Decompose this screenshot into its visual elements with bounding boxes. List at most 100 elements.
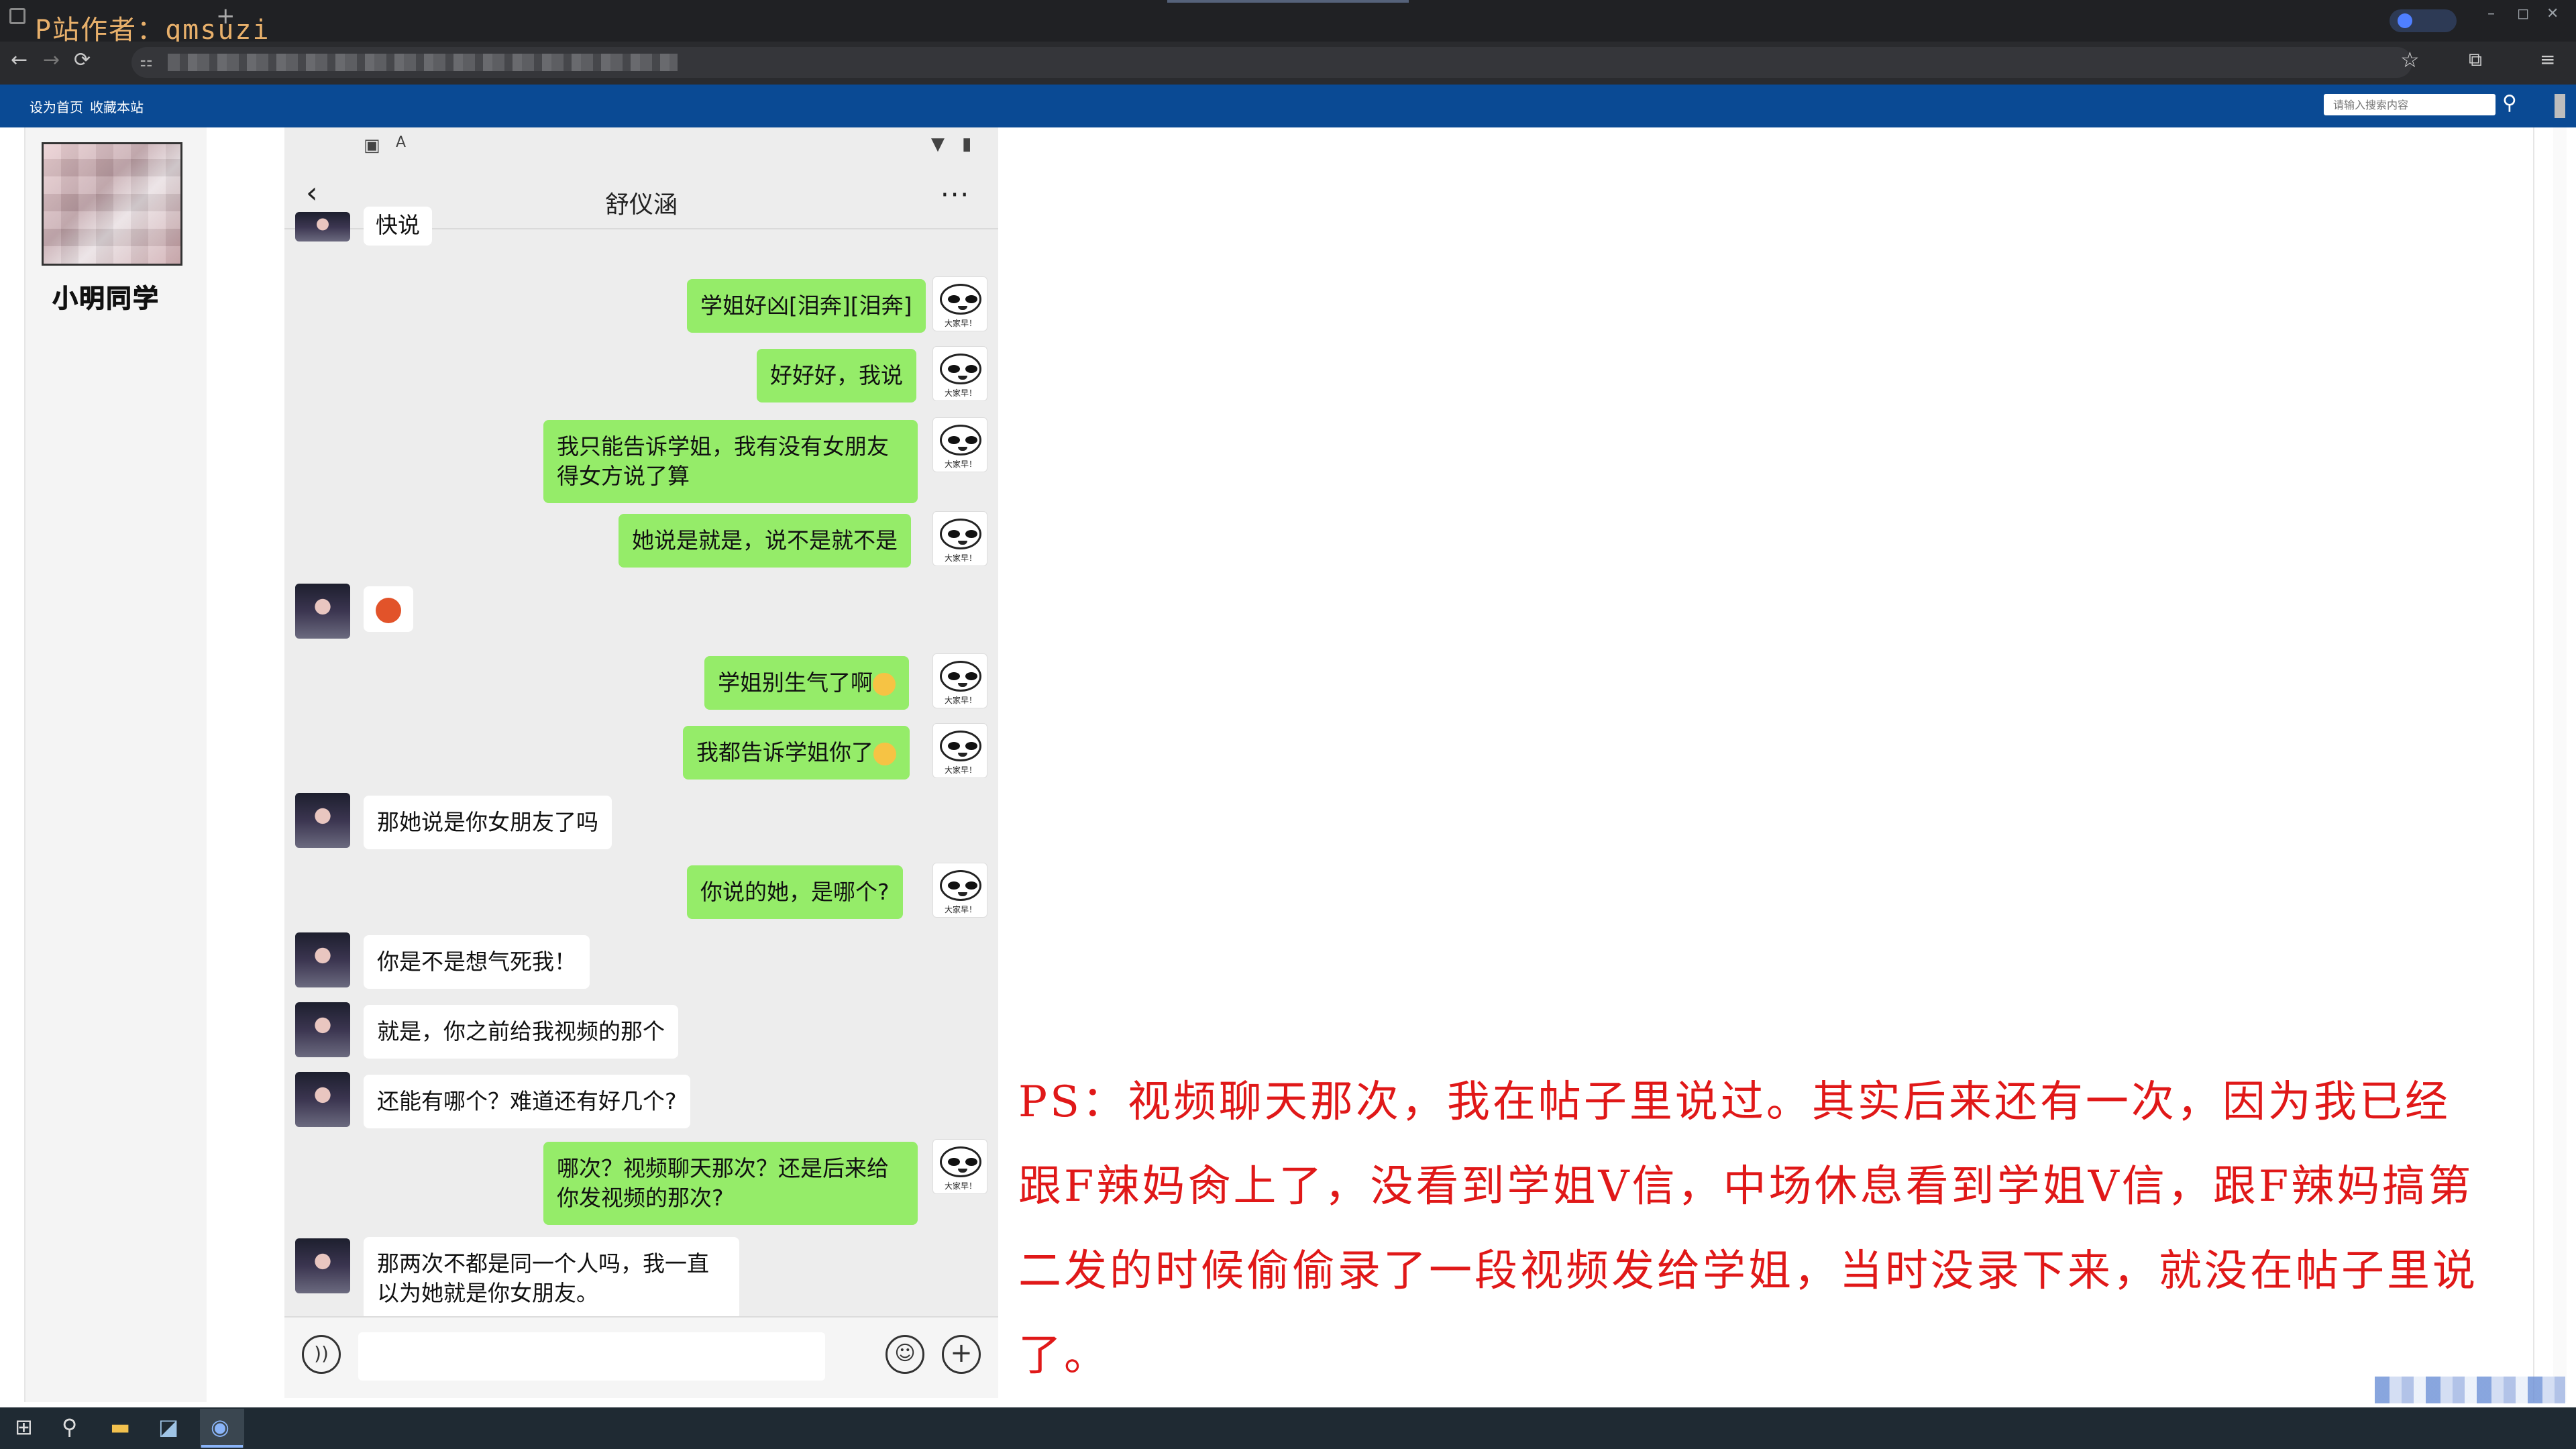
extensions-icon[interactable]: ⧉ <box>2469 48 2482 71</box>
back-arrow-icon[interactable]: ← <box>11 48 28 72</box>
browser-icon[interactable]: ◉ <box>211 1414 229 1440</box>
my-avatar[interactable]: 大家早！ <box>932 276 987 331</box>
search-icon[interactable]: ⚲ <box>2502 91 2517 115</box>
angry-emoji-icon <box>376 597 401 623</box>
sticker-caption: 大家早！ <box>944 553 977 563</box>
message-bubble: 学姐好凶[泪奔][泪奔] <box>687 279 926 333</box>
panda-mouth <box>958 376 967 380</box>
panda-eye <box>948 436 960 444</box>
panda-face <box>940 284 981 315</box>
minimize-button[interactable]: – <box>2487 5 2495 22</box>
message-bubble <box>364 586 413 632</box>
panda-face <box>940 661 981 692</box>
sticker-caption: 大家早！ <box>944 1181 977 1191</box>
panda-eye <box>948 881 960 890</box>
panda-eye <box>965 530 977 538</box>
my-avatar[interactable]: 大家早！ <box>932 346 987 401</box>
message-bubble: 学姐别生气了啊 <box>704 656 909 710</box>
message-bubble: 你是不是想气死我！ <box>364 935 590 989</box>
set-home-link[interactable]: 设为首页 <box>30 97 83 116</box>
maximize-button[interactable]: ◻ <box>2517 5 2529 22</box>
windows-start-icon[interactable]: ⊞ <box>15 1414 33 1440</box>
font-icon: A <box>396 134 407 151</box>
more-options-icon[interactable]: ··· <box>941 180 970 211</box>
message-bubble: 哪次？视频聊天那次？还是后来给你发视频的那次? <box>543 1142 918 1225</box>
my-avatar[interactable]: 大家早！ <box>932 653 987 708</box>
my-avatar[interactable]: 大家早！ <box>932 863 987 918</box>
file-explorer-icon[interactable]: ▬ <box>110 1414 130 1440</box>
taskbar <box>0 1407 2576 1449</box>
panda-eye <box>948 1158 960 1166</box>
profile-icon <box>2398 13 2412 28</box>
message-bubble: 还能有哪个？难道还有好几个? <box>364 1075 690 1128</box>
search-input[interactable] <box>2324 94 2496 115</box>
my-avatar[interactable]: 大家早！ <box>932 417 987 472</box>
close-button[interactable]: ✕ <box>2546 5 2559 22</box>
message-text: 我都告诉学姐你了 <box>696 739 873 765</box>
sticker-caption: 大家早！ <box>944 905 977 914</box>
contact-avatar[interactable] <box>295 1238 350 1293</box>
battery-icon: ▮ <box>962 134 972 154</box>
forward-arrow-icon[interactable]: → <box>43 48 60 72</box>
contact-avatar[interactable] <box>295 793 350 848</box>
avatar-pixelation <box>44 144 180 264</box>
tab-strip-indicator <box>1167 0 1409 3</box>
scrollbar-thumb[interactable] <box>2555 94 2565 118</box>
site-info-icon[interactable]: ⚏ <box>140 54 153 70</box>
message-bubble: 快说 <box>364 207 432 246</box>
contact-avatar[interactable] <box>295 932 350 987</box>
wifi-icon: ▼ <box>931 134 945 154</box>
tab-actions-icon[interactable] <box>9 8 25 24</box>
username[interactable]: 小明同学 <box>52 278 160 315</box>
contact-avatar[interactable] <box>295 584 350 639</box>
emoji-icon[interactable]: ☺ <box>885 1335 924 1374</box>
notepad-icon[interactable]: ◪ <box>158 1414 178 1440</box>
avatar[interactable] <box>42 142 182 266</box>
voice-icon[interactable]: )) <box>302 1335 341 1374</box>
message-bubble: 你说的她，是哪个? <box>687 865 903 919</box>
address-url-blurred <box>168 54 678 71</box>
panda-eye <box>965 365 977 373</box>
new-tab-button[interactable]: + <box>216 3 235 30</box>
site-header <box>0 85 2576 127</box>
contact-avatar[interactable] <box>295 1072 350 1127</box>
contact-avatar[interactable] <box>295 212 350 241</box>
message-bubble: 就是，你之前给我视频的那个 <box>364 1005 678 1059</box>
message-bubble: 好好好，我说 <box>757 349 916 402</box>
active-app-indicator <box>201 1445 243 1448</box>
panda-eye <box>965 295 977 303</box>
panda-face <box>940 731 981 761</box>
sorry-emoji-icon <box>873 742 896 765</box>
user-sidebar <box>25 127 207 1402</box>
panda-mouth <box>958 1169 967 1173</box>
message-input[interactable] <box>358 1332 825 1381</box>
panda-eye <box>965 1158 977 1166</box>
sticker-caption: 大家早！ <box>944 765 977 775</box>
bookmark-star-icon[interactable]: ☆ <box>2400 47 2420 72</box>
sticker-caption: 大家早！ <box>944 696 977 705</box>
panda-mouth <box>958 892 967 896</box>
content-right-border <box>2533 127 2534 1402</box>
panda-eye <box>948 295 960 303</box>
message-bubble: 那她说是你女朋友了吗 <box>364 796 612 849</box>
panda-face <box>940 425 981 455</box>
search-icon[interactable]: ⚲ <box>62 1414 77 1440</box>
scrollbar-track[interactable] <box>2553 127 2567 1402</box>
panda-mouth <box>958 683 967 687</box>
panda-mouth <box>958 306 967 310</box>
my-avatar[interactable]: 大家早！ <box>932 511 987 566</box>
my-avatar[interactable]: 大家早！ <box>932 723 987 778</box>
reload-icon[interactable]: ⟳ <box>74 48 91 72</box>
gallery-icon: ▣ <box>364 136 380 156</box>
panda-eye <box>965 436 977 444</box>
contact-avatar[interactable] <box>295 1002 350 1057</box>
blurred-watermark <box>2375 1377 2565 1403</box>
bookmark-site-link[interactable]: 收藏本站 <box>90 97 144 116</box>
annotation-text: PS：视频聊天那次，我在帖子里说过。其实后来还有一次，因为我已经跟F辣妈肏上了，… <box>1018 1077 2478 1381</box>
sorry-emoji-icon <box>873 672 896 696</box>
browser-menu-icon[interactable]: ≡ <box>2540 48 2555 70</box>
plus-icon[interactable]: + <box>942 1335 981 1374</box>
sticker-caption: 大家早！ <box>944 460 977 469</box>
panda-face <box>940 1146 981 1177</box>
my-avatar[interactable]: 大家早！ <box>932 1139 987 1194</box>
